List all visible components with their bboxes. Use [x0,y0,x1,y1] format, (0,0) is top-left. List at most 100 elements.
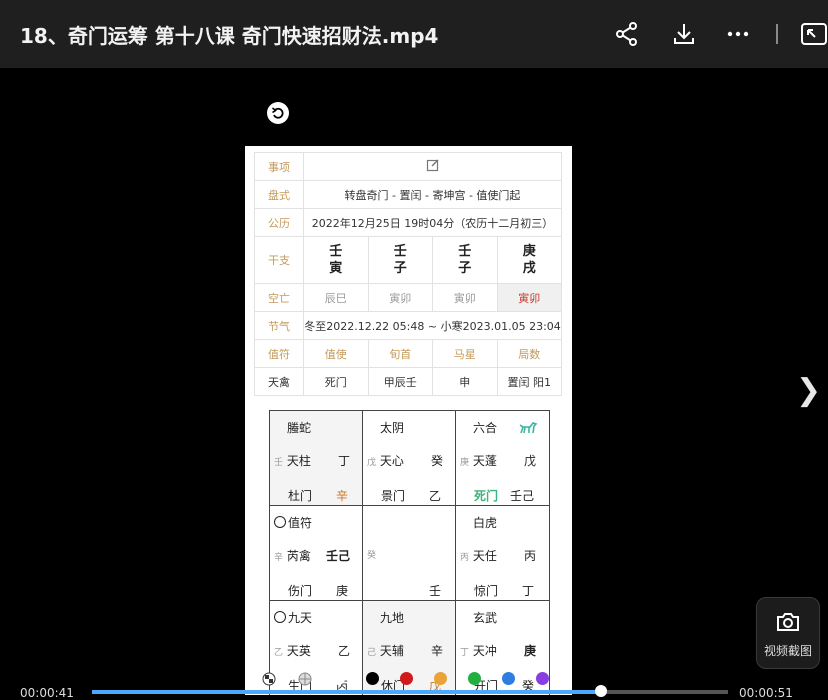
palace-door-stem: 丁 [521,584,534,598]
palace-cell: 六合 庚 天蓬 戊 死门 壬己 [456,411,549,506]
nine-palace-grid: 螣蛇 壬 天柱丁 杜门辛 太阴 戊 天心癸 景门乙 六合 庚 天蓬戊 死门 壬己 … [269,410,550,695]
checker-icon[interactable] [262,672,276,686]
share-icon[interactable] [611,18,643,50]
color-swatch-blue[interactable] [502,672,515,685]
ganzhi-stem: 庚 [522,244,536,259]
total-time: 00:00:51 [739,686,793,700]
palace-door: 伤门 [288,584,313,598]
edit-cell [303,152,562,181]
edit-icon[interactable] [426,158,440,172]
video-snapshot-button[interactable]: 视频截图 [756,597,820,669]
color-swatch-green[interactable] [468,672,481,685]
chart-info-table: 事项 盘式 转盘奇门 - 置闰 - 寄坤宫 - 值使门起 公历 2022年12月… [254,152,562,396]
row-label: 事项 [254,152,304,181]
ganzhi-day: 壬子 [432,236,498,284]
palace-big-stem: 丙 [523,549,536,563]
palace-big-stem: 壬己 [325,549,350,563]
palace-big-stem: 庚 [523,644,536,658]
value-cell: 天禽 [254,367,304,396]
progress-fill [92,690,601,694]
palace-star: 天柱 [286,454,311,468]
value-cell: 死门 [303,367,369,396]
row-label: 节气 [254,311,304,340]
palace-god: 九天 [274,609,312,626]
grid-icon[interactable] [298,672,312,686]
row-label: 公历 [254,208,304,237]
palace-small-stem: 乙 [274,648,284,658]
palace-small-stem: 丁 [460,648,470,658]
palace-star: 天蓬 [472,454,497,468]
palace-god: 六合 [473,421,498,435]
palace-small-stem: 己 [367,648,377,658]
palace-small-stem: 壬 [274,458,284,468]
row-label: 干支 [254,236,304,284]
color-swatch-white[interactable] [332,672,345,685]
rotate-icon[interactable] [267,102,289,124]
header-cell: 局数 [496,339,562,368]
palace-door-stem: 壬 [428,584,441,598]
ganzhi-month: 壬子 [367,236,433,284]
palace-big-stem: 辛 [430,644,443,658]
panshi-value: 转盘奇门 - 置闰 - 寄坤宫 - 值使门起 [303,180,562,209]
circle-icon [274,516,286,528]
header-cell: 值使 [303,339,369,368]
color-swatch-orange[interactable] [434,672,447,685]
title-bar: 18、奇门运筹 第十八课 奇门快速招财法.mp4 [0,0,828,68]
palace-god: 值符 [274,514,312,531]
palace-star: 天心 [379,454,404,468]
current-time: 00:00:41 [20,686,74,700]
next-arrow-icon[interactable]: ❯ [796,373,821,408]
palace-door-stem: 辛 [335,489,348,503]
palace-small-stem: 戊 [367,458,377,468]
color-swatch-black[interactable] [366,672,379,685]
palace-god: 太阴 [380,421,405,435]
palace-door-stem: 乙 [428,489,441,503]
palace-big-stem: 乙 [337,644,350,658]
palace-cell: 白虎 丙 天任丙 惊门丁 [456,506,549,601]
value-cell: 甲辰壬 [367,367,433,396]
download-icon[interactable] [668,18,700,50]
camera-icon [777,613,799,631]
ganzhi-year: 壬寅 [303,236,369,284]
palace-big-stem: 戊 [523,454,536,468]
palace-god: 螣蛇 [287,421,312,435]
video-title: 18、奇门运筹 第十八课 奇门快速招财法.mp4 [20,24,439,48]
color-swatch-purple[interactable] [536,672,549,685]
color-palette [262,668,552,688]
ganzhi-branch: 子 [458,261,472,276]
palace-god: 九地 [380,611,405,625]
color-swatch-red[interactable] [400,672,413,685]
kongwang-cell: 辰巳 [303,283,369,312]
ganzhi-branch: 戌 [522,261,536,276]
palace-star: 天英 [286,644,311,658]
progress-knob[interactable] [594,685,607,697]
palace-door: 死门 [474,489,499,503]
gongli-value: 2022年12月25日 19时04分（农历十二月初三） [303,208,562,237]
header-cell: 值符 [254,339,304,368]
ganzhi-branch: 子 [393,261,407,276]
row-label: 空亡 [254,283,304,312]
palace-cell: 螣蛇 壬 天柱 丁 杜门 辛 [270,411,363,506]
more-icon[interactable] [722,18,754,50]
toolbar-divider [776,24,778,44]
palace-door-stem: 庚 [335,584,348,598]
palace-god-label: 九天 [288,611,313,625]
palace-door: 杜门 [288,489,313,503]
ganzhi-stem: 壬 [329,244,343,259]
header-cell: 旬首 [367,339,433,368]
palace-big-stem: 癸 [430,454,443,468]
progress-bar[interactable] [92,685,728,697]
ganzhi-hour: 庚戌 [496,236,562,284]
jieqi-value: 冬至2022.12.22 05:48 ~ 小寒2023.01.05 23:04 [303,311,562,340]
palace-small-stem: 癸 [367,551,377,561]
ganzhi-stem: 壬 [393,244,407,259]
palace-small-stem: 庚 [460,458,470,468]
kongwang-cell: 寅卯 [432,283,498,312]
palace-cell: 值符 辛 芮禽 壬己 伤门 庚 [270,506,363,601]
value-cell: 申 [432,367,498,396]
horse-icon [519,422,538,434]
row-label: 盘式 [254,180,304,209]
kongwang-cell: 寅卯 [367,283,433,312]
picture-in-picture-icon[interactable] [798,18,828,50]
palace-big-stem: 丁 [337,454,350,468]
